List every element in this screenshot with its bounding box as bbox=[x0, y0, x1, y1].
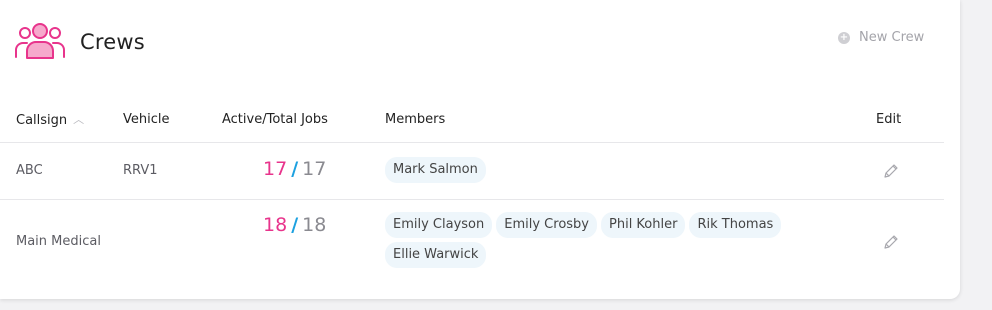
active-jobs: 18 bbox=[263, 214, 288, 236]
pencil-icon[interactable] bbox=[883, 234, 899, 250]
column-header-callsign[interactable]: Callsign ︿ bbox=[16, 112, 84, 128]
row-divider bbox=[0, 199, 944, 200]
members-cell: Mark Salmon bbox=[385, 157, 805, 183]
sort-ascending-icon: ︿ bbox=[73, 113, 85, 126]
member-chip: Emily Crosby bbox=[496, 212, 597, 238]
vehicle-cell: RRV1 bbox=[123, 163, 158, 178]
callsign-cell: Main Medical bbox=[16, 234, 101, 249]
crews-card: Crews + New Crew Callsign ︿ Vehicle Activ… bbox=[0, 0, 960, 299]
header-divider bbox=[0, 142, 944, 143]
page-title: Crews bbox=[80, 30, 145, 54]
column-header-members[interactable]: Members bbox=[385, 112, 445, 127]
jobs-cell: 18/18 bbox=[263, 214, 326, 236]
member-chip: Rik Thomas bbox=[689, 212, 782, 238]
new-crew-label: New Crew bbox=[859, 30, 925, 45]
members-cell: Emily Clayson Emily Crosby Phil Kohler R… bbox=[385, 212, 805, 268]
plus-circle-icon: + bbox=[838, 31, 850, 44]
callsign-cell: ABC bbox=[16, 163, 43, 178]
column-header-jobs[interactable]: Active/Total Jobs bbox=[222, 112, 328, 127]
crews-icon bbox=[15, 23, 65, 59]
member-chip: Phil Kohler bbox=[601, 212, 686, 238]
jobs-separator: / bbox=[291, 214, 299, 236]
member-chip: Mark Salmon bbox=[385, 157, 486, 183]
jobs-cell: 17/17 bbox=[263, 158, 326, 180]
total-jobs: 17 bbox=[302, 158, 327, 180]
member-chip: Ellie Warwick bbox=[385, 242, 487, 268]
total-jobs: 18 bbox=[302, 214, 327, 236]
pencil-icon[interactable] bbox=[883, 163, 899, 179]
active-jobs: 17 bbox=[263, 158, 288, 180]
column-header-vehicle[interactable]: Vehicle bbox=[123, 112, 170, 127]
new-crew-button[interactable]: + New Crew bbox=[838, 30, 924, 45]
column-header-edit: Edit bbox=[876, 112, 902, 127]
member-chip: Emily Clayson bbox=[385, 212, 493, 238]
jobs-separator: / bbox=[291, 158, 299, 180]
